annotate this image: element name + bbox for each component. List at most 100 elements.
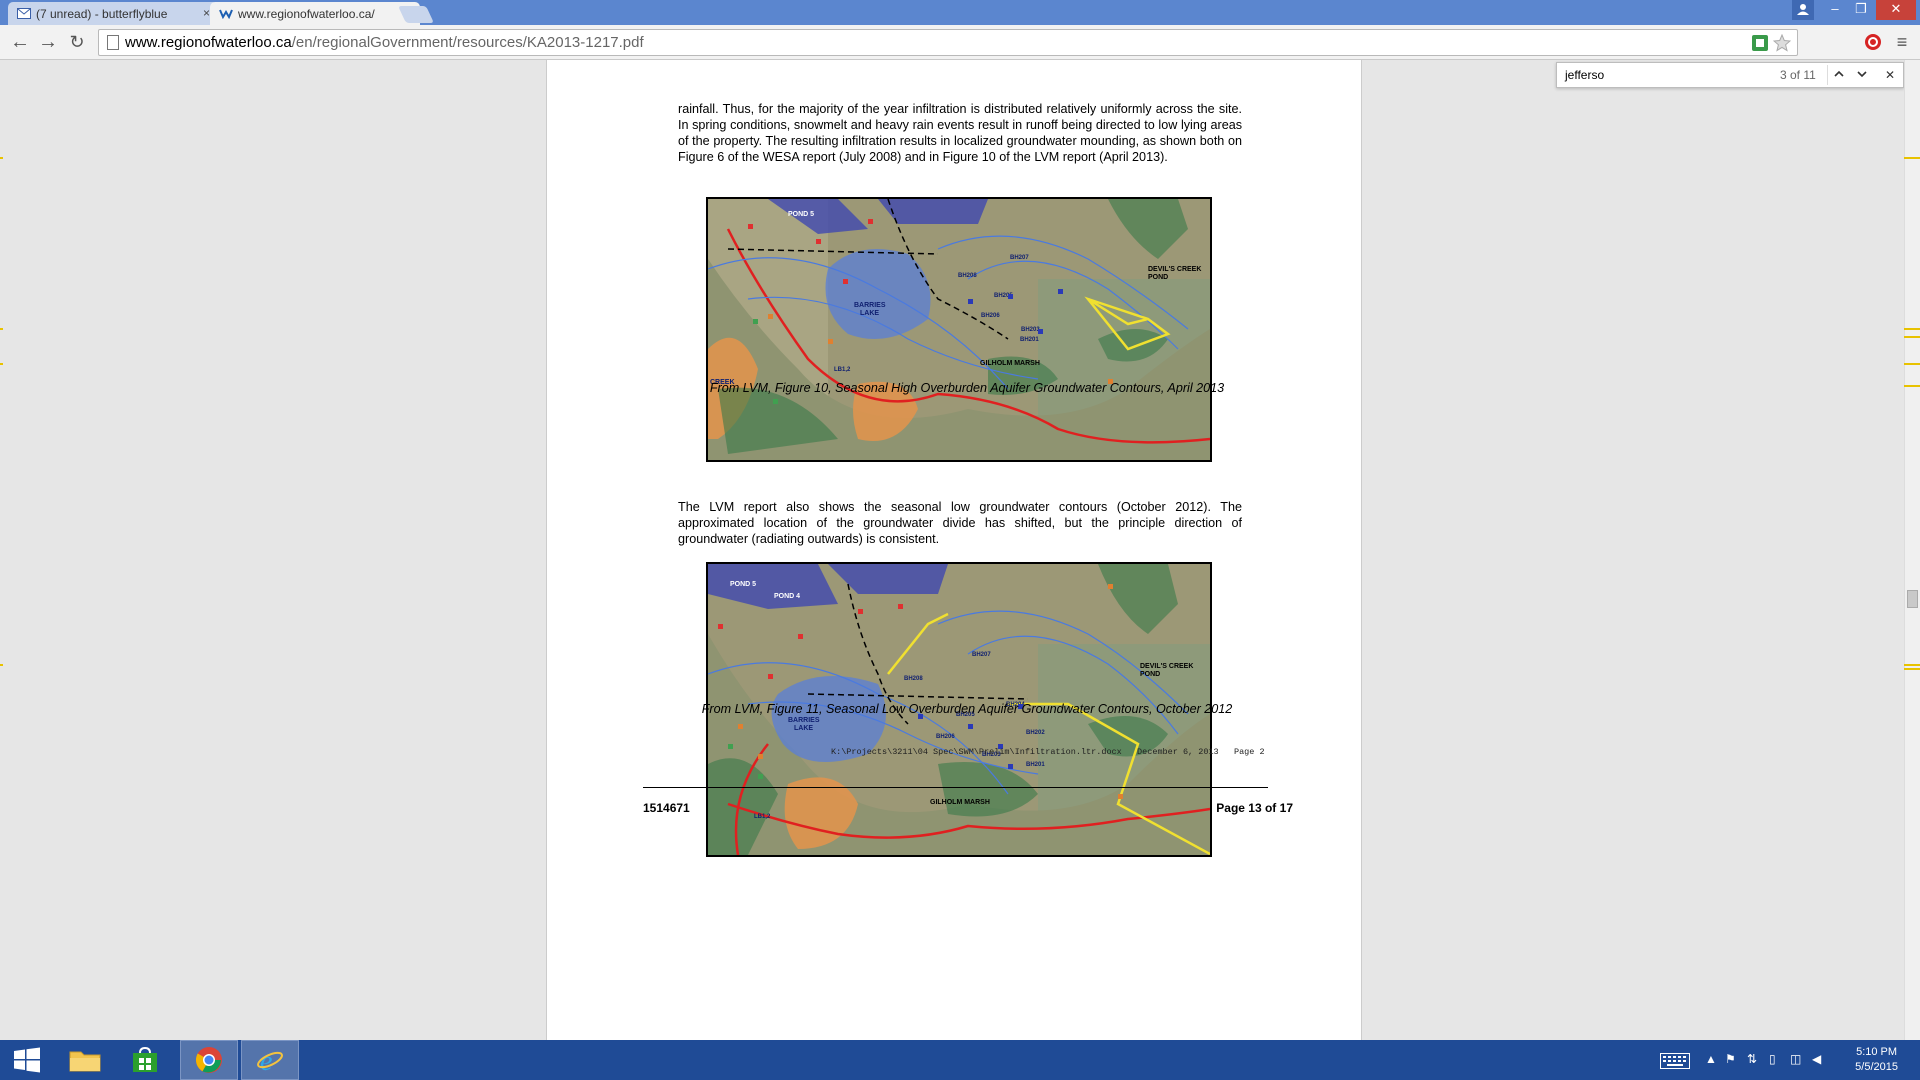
left-marker-strip: [0, 60, 3, 1040]
mail-icon: [17, 8, 31, 19]
start-button[interactable]: [0, 1040, 58, 1080]
find-bar: jefferso 3 of 11 ✕: [1556, 62, 1904, 88]
network-icon[interactable]: ◫: [1790, 1052, 1801, 1066]
map-label-lake: LAKE: [794, 725, 813, 732]
find-marker: [1904, 668, 1920, 670]
document-path-footer: K:\Projects\3211\04 Spec\SWM\Prelim\Infi…: [831, 747, 1265, 757]
page-icon: [107, 35, 119, 50]
adblock-icon[interactable]: [1864, 33, 1882, 51]
footer-divider: [643, 787, 1268, 788]
find-marker: [0, 328, 3, 330]
find-marker: [1904, 385, 1920, 387]
find-marker: [1904, 157, 1920, 159]
figure-10-caption: From LVM, Figure 10, Seasonal High Overb…: [709, 381, 1225, 395]
internet-explorer-icon: e: [257, 1046, 283, 1077]
menu-button[interactable]: ≡: [1890, 30, 1914, 54]
find-marker: [0, 363, 3, 365]
map-label-bh206: BH206: [981, 313, 1000, 319]
chevron-down-icon: [1857, 71, 1867, 78]
chevron-up-icon: [1833, 70, 1844, 77]
folder-icon: [69, 1051, 101, 1072]
map-label-bh207: BH207: [972, 652, 991, 658]
map-label-gilholm: GILHOLM MARSH: [980, 360, 1040, 367]
store-button[interactable]: [116, 1040, 174, 1080]
clock-time: 5:10 PM: [1856, 1046, 1898, 1058]
keyboard-icon[interactable]: [1660, 1053, 1690, 1069]
find-marker: [1904, 336, 1920, 338]
find-close-button[interactable]: ✕: [1879, 65, 1901, 85]
vertical-scrollbar[interactable]: [1904, 60, 1920, 1040]
map-label-bh206: BH206: [936, 734, 955, 740]
map-label-bh202: BH202: [1026, 730, 1045, 736]
store-icon: [133, 1046, 157, 1072]
map-label-bh203: BH203: [1021, 327, 1040, 333]
pdf-viewer[interactable]: rainfall. Thus, for the majority of the …: [0, 60, 1920, 1040]
map-label-bh208: BH208: [958, 273, 977, 279]
volume-icon[interactable]: ◀: [1812, 1052, 1821, 1066]
find-marker: [1904, 328, 1920, 330]
close-tab-icon[interactable]: ×: [203, 6, 210, 20]
sync-icon[interactable]: ⇅: [1747, 1052, 1757, 1066]
file-explorer-button[interactable]: [56, 1040, 114, 1080]
chrome-taskbar-button[interactable]: [180, 1040, 238, 1080]
map-label-lb12: LB1,2: [754, 814, 771, 820]
find-marker: [1904, 363, 1920, 365]
paragraph-1: rainfall. Thus, for the majority of the …: [678, 102, 1242, 164]
waterloo-logo-icon: [219, 9, 233, 19]
bookmark-star-icon[interactable]: [1773, 34, 1791, 52]
reload-button[interactable]: ↻: [65, 30, 89, 54]
map-label-lb12: LB1,2: [834, 367, 851, 373]
map-label-barries: BARRIES: [854, 302, 886, 309]
map-label-devils-creek: DEVIL'S CREEK: [1148, 266, 1201, 273]
map-label-barries: BARRIES: [788, 717, 820, 724]
url-text[interactable]: www.regionofwaterloo.ca/en/regionalGover…: [125, 34, 644, 51]
browser-chrome: (7 unread) - butterflyblue × www.regiono…: [0, 0, 1920, 60]
find-previous-button[interactable]: [1827, 65, 1849, 85]
device-icon[interactable]: ▯: [1769, 1052, 1776, 1066]
show-hidden-icons-icon[interactable]: ▲: [1705, 1052, 1717, 1066]
map-label-bh208: BH208: [904, 676, 923, 682]
map-label-pond: POND: [1148, 274, 1168, 281]
tab-label: www.regionofwaterloo.ca/: [238, 7, 375, 21]
map-image: BARRIES LAKE DEVIL'S CREEK POND GILHOLM …: [708, 199, 1210, 460]
paragraph-2: The LVM report also shows the seasonal l…: [678, 500, 1242, 546]
browser-toolbar: ← → ↻ www.regionofwaterloo.ca/en/regiona…: [0, 25, 1920, 60]
chrome-icon: [195, 1047, 222, 1073]
tab-strip: (7 unread) - butterflyblue × www.regiono…: [0, 0, 1920, 25]
find-input[interactable]: jefferso: [1565, 68, 1604, 82]
pdf-page: rainfall. Thus, for the majority of the …: [546, 60, 1362, 1040]
map-label-bh201: BH201: [1020, 337, 1039, 343]
map-label-pond4: POND 4: [774, 593, 800, 600]
document-number: 1514671: [643, 801, 690, 815]
address-bar[interactable]: www.regionofwaterloo.ca/en/regionalGover…: [98, 29, 1798, 56]
clock-date: 5/5/2015: [1855, 1061, 1898, 1073]
tab-regionofwaterloo[interactable]: www.regionofwaterloo.ca/ ×: [210, 2, 420, 25]
find-next-button[interactable]: [1851, 65, 1873, 85]
tab-mail[interactable]: (7 unread) - butterflyblue ×: [8, 2, 218, 25]
map-label-gilholm: GILHOLM MARSH: [930, 799, 990, 806]
forward-button[interactable]: →: [36, 30, 60, 54]
windows-taskbar: e ▲ ⚑ ⇅ ▯ ◫ ◀ 5:10 PM 5/5/2015: [0, 1040, 1920, 1080]
restore-button[interactable]: ❐: [1848, 0, 1874, 20]
figure-11-caption: From LVM, Figure 11, Seasonal Low Overbu…: [701, 702, 1233, 716]
figure-10-map: BARRIES LAKE DEVIL'S CREEK POND GILHOLM …: [706, 197, 1212, 462]
action-center-flag-icon[interactable]: ⚑: [1725, 1052, 1736, 1066]
system-clock[interactable]: 5:10 PM 5/5/2015: [1855, 1045, 1898, 1075]
extension-icon[interactable]: [1751, 34, 1769, 52]
tab-label: (7 unread) - butterflyblue: [36, 7, 168, 21]
find-match-count: 3 of 11: [1780, 68, 1816, 82]
close-window-button[interactable]: ✕: [1876, 0, 1916, 20]
scrollbar-thumb[interactable]: [1907, 590, 1918, 608]
map-label-lake: LAKE: [860, 310, 879, 317]
map-label-pond5: POND 5: [788, 211, 814, 218]
map-label-bh201: BH201: [1026, 762, 1045, 768]
map-label-devils-creek: DEVIL'S CREEK: [1140, 663, 1193, 670]
back-button[interactable]: ←: [8, 30, 32, 54]
minimize-button[interactable]: –: [1822, 0, 1848, 20]
map-label-bh207: BH207: [1010, 255, 1029, 261]
find-marker: [0, 664, 3, 666]
internet-explorer-taskbar-button[interactable]: e: [241, 1040, 299, 1080]
find-marker: [1904, 664, 1920, 666]
windows-logo-icon: [14, 1047, 40, 1073]
user-profile-icon[interactable]: [1792, 0, 1814, 20]
